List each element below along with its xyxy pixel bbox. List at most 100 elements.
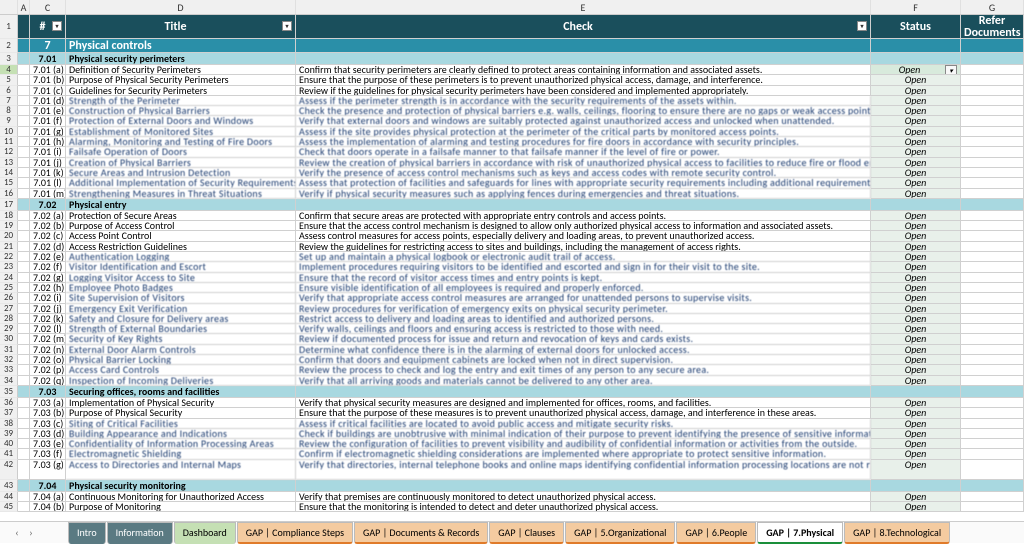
table-row[interactable]: 9 7.01 (f) Protection of External Doors … bbox=[0, 116, 1024, 126]
row-title[interactable]: Site Supervision of Visitors bbox=[66, 293, 296, 303]
row-title[interactable]: Safety and Closure for Delivery areas bbox=[66, 314, 296, 324]
rownum-43[interactable]: 43 bbox=[0, 480, 18, 492]
rownum-2[interactable]: 2 bbox=[0, 39, 18, 53]
row-title[interactable]: Access Point Control bbox=[66, 231, 296, 241]
row-status[interactable]: Open bbox=[871, 189, 961, 199]
row-refer[interactable] bbox=[961, 75, 1024, 85]
dropdown-icon[interactable]: ▾ bbox=[945, 65, 957, 75]
row-check[interactable]: Ensure that the record of visitor access… bbox=[296, 273, 871, 283]
col-G[interactable]: G bbox=[961, 0, 1024, 14]
row-status[interactable]: Open bbox=[871, 334, 961, 344]
rownum-34[interactable]: 34 bbox=[0, 376, 18, 386]
row-id[interactable]: 7.01 (j) bbox=[30, 158, 66, 168]
row-status[interactable]: Open bbox=[871, 242, 961, 252]
row-check[interactable]: Ensure that the purpose of these measure… bbox=[296, 408, 871, 418]
row-status[interactable]: Open bbox=[871, 147, 961, 157]
row-title[interactable]: Physical Barrier Locking bbox=[66, 355, 296, 365]
row-check[interactable]: Review if the guidelines for physical se… bbox=[296, 86, 871, 96]
row-id[interactable]: 7.01 (d) bbox=[30, 96, 66, 106]
table-row[interactable]: 24 7.02 (g) Logging Visitor Access to Si… bbox=[0, 273, 1024, 283]
row-id[interactable]: 7.02 (j) bbox=[30, 304, 66, 314]
row-check[interactable]: Review procedures for verification of em… bbox=[296, 304, 871, 314]
row-check[interactable]: Confirm that doors and equipment cabinet… bbox=[296, 355, 871, 365]
row-refer[interactable] bbox=[961, 419, 1024, 429]
row-id[interactable]: 7.02 (p) bbox=[30, 365, 66, 375]
row-title[interactable]: Purpose of Access Control bbox=[66, 221, 296, 231]
row-id[interactable]: 7.01 (k) bbox=[30, 168, 66, 178]
row-refer[interactable] bbox=[961, 178, 1024, 188]
col-C[interactable]: C bbox=[30, 0, 66, 14]
row-refer[interactable] bbox=[961, 460, 1024, 480]
row-status[interactable]: Open bbox=[871, 273, 961, 283]
row-title[interactable]: Guidelines for Security Perimeters bbox=[66, 86, 296, 96]
row-id[interactable]: 7.02 (f) bbox=[30, 262, 66, 272]
hdr-check[interactable]: Check▾ bbox=[296, 15, 871, 39]
row-refer[interactable] bbox=[961, 221, 1024, 231]
row-check[interactable]: Verify that external doors and windows a… bbox=[296, 116, 871, 126]
row-check[interactable]: Confirm that security perimeters are cle… bbox=[296, 65, 871, 75]
row-check[interactable]: Verify that directories, internal teleph… bbox=[296, 460, 871, 480]
table-row[interactable]: 19 7.02 (b) Purpose of Access Control En… bbox=[0, 221, 1024, 231]
table-row[interactable]: 34 7.02 (q) Inspection of Incoming Deliv… bbox=[0, 376, 1024, 386]
row-id[interactable]: 7.02 (c) bbox=[30, 231, 66, 241]
table-row[interactable]: 14 7.01 (k) Secure Areas and Intrusion D… bbox=[0, 168, 1024, 178]
row-status[interactable]: Open bbox=[871, 355, 961, 365]
row-status[interactable]: Open bbox=[871, 231, 961, 241]
row-id[interactable]: 7.01 (l) bbox=[30, 178, 66, 188]
row-refer[interactable] bbox=[961, 365, 1024, 375]
row-id[interactable]: 7.03 (b) bbox=[30, 408, 66, 418]
row-title[interactable]: Siting of Critical Facilities bbox=[66, 419, 296, 429]
row-id[interactable]: 7.03 (g) bbox=[30, 460, 66, 480]
row-title[interactable]: Access Card Controls bbox=[66, 365, 296, 375]
row-check[interactable]: Check if buildings are unobtrusive with … bbox=[296, 429, 871, 439]
row-title[interactable]: Definition of Security Perimeters bbox=[66, 65, 296, 75]
table-row[interactable]: 26 7.02 (i) Site Supervision of Visitors… bbox=[0, 293, 1024, 303]
row-title[interactable]: Emergency Exit Verification bbox=[66, 304, 296, 314]
row-check[interactable]: Ensure that the access control mechanism… bbox=[296, 221, 871, 231]
row-id[interactable]: 7.04 (a) bbox=[30, 492, 66, 502]
row-refer[interactable] bbox=[961, 127, 1024, 137]
row-check[interactable]: Assess that protection of facilities and… bbox=[296, 178, 871, 188]
table-row[interactable]: 13 7.01 (j) Creation of Physical Barrier… bbox=[0, 158, 1024, 168]
row-check[interactable]: Verify that physical security measures a… bbox=[296, 398, 871, 408]
row-id[interactable]: 7.03 (d) bbox=[30, 429, 66, 439]
row-title[interactable]: Additional Implementation of Security Re… bbox=[66, 178, 296, 188]
row-check[interactable]: Verify if physical security measures suc… bbox=[296, 189, 871, 199]
row-refer[interactable] bbox=[961, 137, 1024, 147]
row-id[interactable]: 7.03 (c) bbox=[30, 419, 66, 429]
row-title[interactable]: Purpose of Monitoring bbox=[66, 502, 296, 512]
row-status[interactable]: Open bbox=[871, 168, 961, 178]
row-title[interactable]: Secure Areas and Intrusion Detection bbox=[66, 168, 296, 178]
row-title[interactable]: Building Appearance and Indications bbox=[66, 429, 296, 439]
row-check[interactable]: Assess control measures for access point… bbox=[296, 231, 871, 241]
table-row[interactable]: 40 7.03 (e) Confidentiality of Informati… bbox=[0, 439, 1024, 449]
row-title[interactable]: Continuous Monitoring for Unauthorized A… bbox=[66, 492, 296, 502]
table-row[interactable]: 25 7.02 (h) Employee Photo Badges Ensure… bbox=[0, 283, 1024, 293]
row-id[interactable]: 7.02 (g) bbox=[30, 273, 66, 283]
row-check[interactable]: Verify walls, ceilings and floors and en… bbox=[296, 324, 871, 334]
table-row[interactable]: 36 7.03 (a) Implementation of Physical S… bbox=[0, 398, 1024, 408]
row-refer[interactable] bbox=[961, 242, 1024, 252]
row-id[interactable]: 7.01 (e) bbox=[30, 106, 66, 116]
tab-information[interactable]: Information bbox=[107, 522, 173, 544]
row-title[interactable]: Strength of External Boundaries bbox=[66, 324, 296, 334]
row-status[interactable]: Open bbox=[871, 398, 961, 408]
row-status[interactable]: Open bbox=[871, 283, 961, 293]
table-row[interactable]: 11 7.01 (h) Alarming, Monitoring and Tes… bbox=[0, 137, 1024, 147]
table-row[interactable]: 7 7.01 (d) Strength of the Perimeter Ass… bbox=[0, 96, 1024, 106]
col-E[interactable]: E bbox=[296, 0, 871, 14]
tab-nav-left[interactable]: ‹ bbox=[10, 526, 24, 539]
row-refer[interactable] bbox=[961, 158, 1024, 168]
table-row[interactable]: 37 7.03 (b) Purpose of Physical Security… bbox=[0, 408, 1024, 418]
row-title[interactable]: Purpose of Physical Security bbox=[66, 408, 296, 418]
row-refer[interactable] bbox=[961, 283, 1024, 293]
row-status[interactable]: Open bbox=[871, 178, 961, 188]
row-refer[interactable] bbox=[961, 314, 1024, 324]
row-check[interactable]: Set up and maintain a physical logbook o… bbox=[296, 252, 871, 262]
row-refer[interactable] bbox=[961, 86, 1024, 96]
row-refer[interactable] bbox=[961, 324, 1024, 334]
table-row[interactable]: 21 7.02 (d) Access Restriction Guideline… bbox=[0, 242, 1024, 252]
row-refer[interactable] bbox=[961, 502, 1024, 512]
row-check[interactable]: Assess the implementation of alarming an… bbox=[296, 137, 871, 147]
row-title[interactable]: Security of Key Rights bbox=[66, 334, 296, 344]
